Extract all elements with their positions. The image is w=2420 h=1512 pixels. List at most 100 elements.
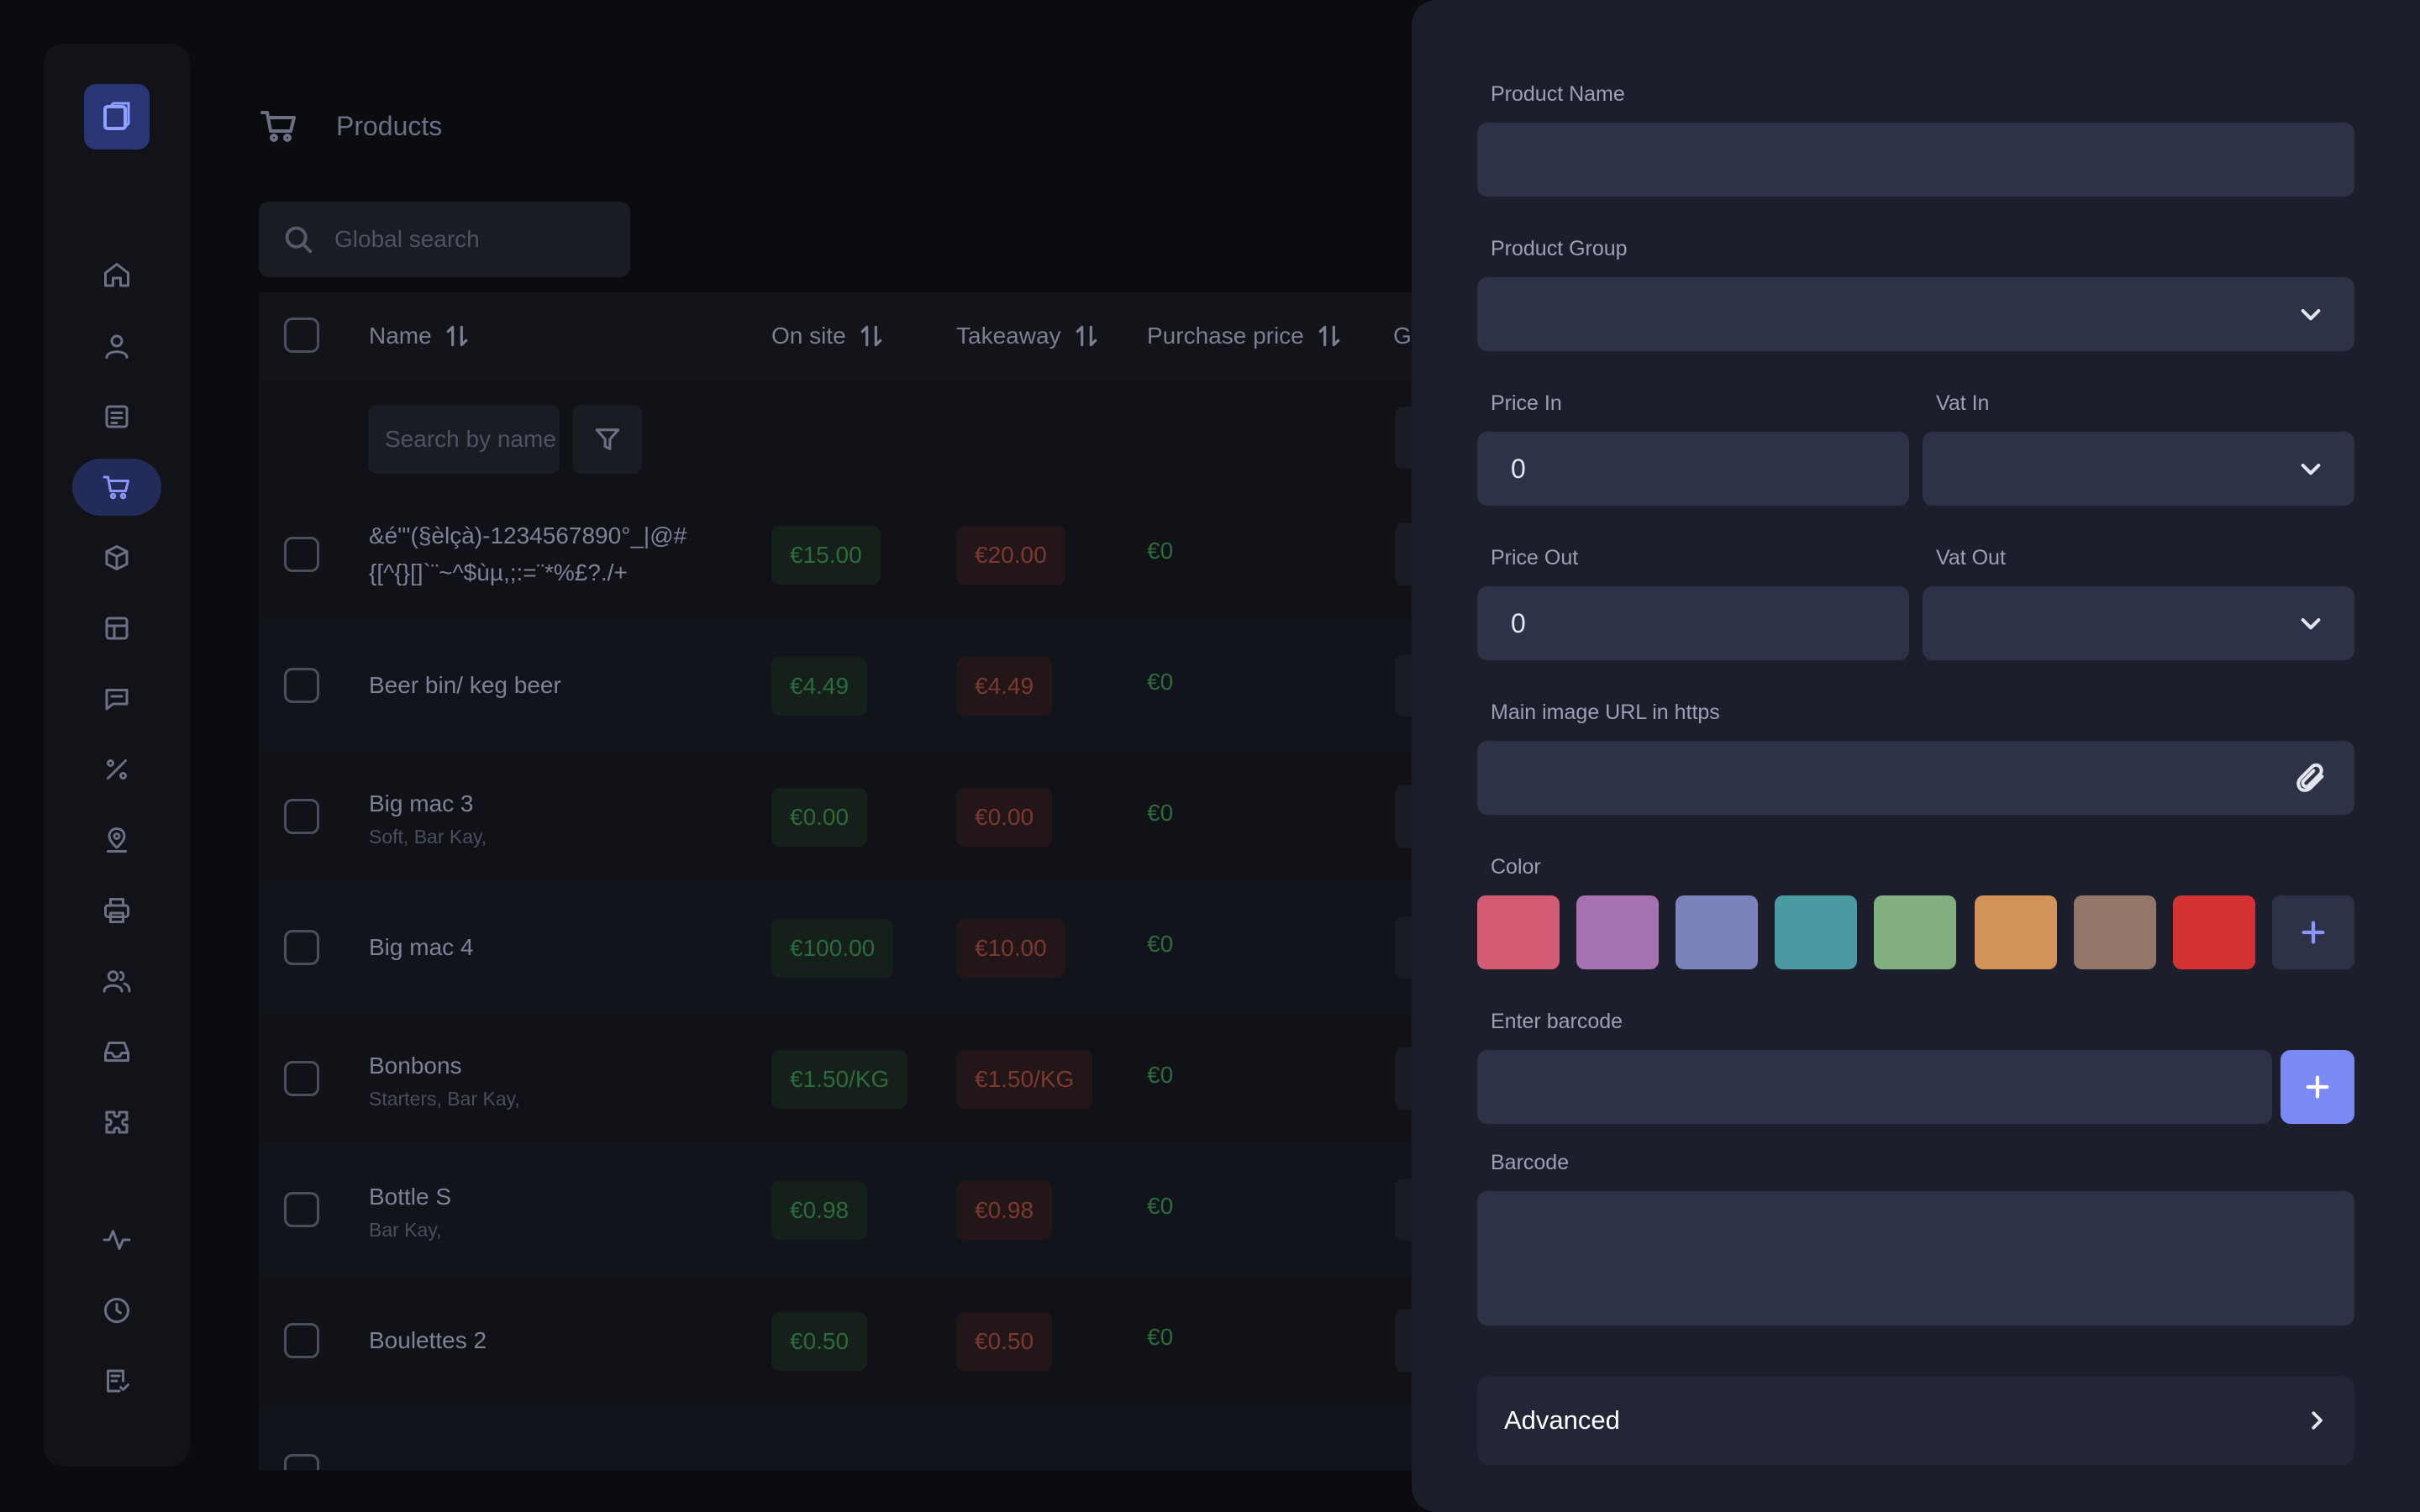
nav-reports[interactable] — [72, 1352, 161, 1410]
vat-in-select[interactable] — [1923, 432, 2354, 506]
select-all-checkbox[interactable] — [284, 318, 319, 353]
nav-user[interactable] — [72, 318, 161, 375]
app-logo[interactable] — [84, 84, 150, 150]
column-header-name[interactable]: Name — [369, 323, 471, 349]
barcode-input[interactable] — [1477, 1050, 2272, 1124]
column-group-label: G — [1393, 323, 1412, 349]
nav-stock[interactable] — [72, 529, 161, 586]
row-checkbox[interactable] — [284, 1192, 319, 1227]
group-filter-input[interactable] — [1395, 407, 1412, 469]
vat-out-select[interactable] — [1923, 586, 2354, 660]
cell-name: Big mac 4 — [369, 882, 730, 1013]
sort-icon[interactable] — [1073, 323, 1100, 349]
column-header-group[interactable]: G — [1393, 323, 1412, 349]
price-out-input[interactable]: 0 — [1477, 586, 1909, 660]
purchase-price: €0 — [1147, 669, 1174, 695]
chevron-down-icon — [2301, 309, 2321, 321]
table-row[interactable] — [259, 1406, 1412, 1470]
row-checkbox[interactable] — [284, 930, 319, 965]
column-header-takeaway[interactable]: Takeaway — [956, 323, 1100, 349]
box-icon — [105, 545, 129, 570]
on-site-price: €0.98 — [771, 1181, 868, 1240]
purchase-price: €0 — [1147, 1193, 1174, 1219]
add-color-button[interactable] — [2272, 895, 2354, 969]
table-row[interactable]: &é"'(§èlçà)-1234567890°_|@# {[^{}[]`¨~^$… — [259, 489, 1412, 620]
puzzle-icon — [105, 1110, 129, 1134]
color-swatch-lavender[interactable] — [1676, 895, 1758, 969]
color-swatch-brown[interactable] — [2074, 895, 2156, 969]
table-row[interactable]: Bottle S Bar Kay, €0.98 €0.98 €0 — [259, 1144, 1412, 1275]
product-name-input[interactable] — [1477, 123, 2354, 197]
paperclip-icon[interactable] — [2294, 761, 2328, 795]
cell-name: Bottle S Bar Kay, — [369, 1144, 730, 1275]
column-header-on-site[interactable]: On site — [771, 323, 885, 349]
row-checkbox[interactable] — [284, 1454, 319, 1470]
color-swatch-green[interactable] — [1874, 895, 1956, 969]
nav-documents[interactable] — [72, 388, 161, 445]
sidebar — [44, 44, 190, 1467]
row-checkbox[interactable] — [284, 537, 319, 572]
cell-name: Beer bin/ keg beer — [369, 620, 730, 751]
filter-button[interactable] — [573, 405, 642, 474]
sort-icon[interactable] — [858, 323, 885, 349]
column-header-purchase-price[interactable]: Purchase price — [1147, 323, 1343, 349]
takeaway-price: €4.49 — [956, 657, 1053, 716]
takeaway-price: €0.00 — [956, 788, 1053, 847]
table-row[interactable]: Big mac 3 Soft, Bar Kay, €0.00 €0.00 €0 — [259, 751, 1412, 882]
nav-tables[interactable] — [72, 600, 161, 657]
image-url-label: Main image URL in https — [1491, 701, 1720, 724]
table-row[interactable]: Boulettes 2 €0.50 €0.50 €0 — [259, 1275, 1412, 1406]
plus-icon — [2306, 1075, 2329, 1099]
table-row[interactable]: Beer bin/ keg beer €4.49 €4.49 €0 — [259, 620, 1412, 751]
nav-inbox[interactable] — [72, 1023, 161, 1080]
sort-icon[interactable] — [444, 323, 471, 349]
nav-integrations[interactable] — [72, 1094, 161, 1151]
global-search[interactable] — [259, 202, 630, 277]
row-checkbox[interactable] — [284, 799, 319, 834]
search-icon — [285, 226, 313, 254]
row-checkbox[interactable] — [284, 1323, 319, 1358]
nav-team[interactable] — [72, 953, 161, 1010]
color-swatch-pink[interactable] — [1477, 895, 1560, 969]
color-swatch-teal[interactable] — [1775, 895, 1857, 969]
on-site-price: €4.49 — [771, 657, 868, 716]
on-site-price: €0.50 — [771, 1312, 868, 1371]
nav-messages[interactable] — [72, 670, 161, 727]
product-group-select[interactable] — [1477, 277, 2354, 351]
nav-discounts[interactable] — [72, 741, 161, 798]
nav-history[interactable] — [72, 1282, 161, 1339]
price-in-input[interactable]: 0 — [1477, 432, 1909, 506]
group-cell — [1395, 1179, 1412, 1241]
product-name: Big mac 4 — [369, 934, 474, 960]
sort-icon[interactable] — [1316, 323, 1343, 349]
row-checkbox[interactable] — [284, 668, 319, 703]
nav-products[interactable] — [72, 459, 161, 516]
takeaway-price: €0.98 — [956, 1181, 1053, 1240]
global-search-input[interactable] — [334, 226, 603, 253]
image-url-input[interactable] — [1477, 741, 2354, 815]
purchase-price: €0 — [1147, 538, 1174, 564]
on-site-price: €15.00 — [771, 526, 881, 585]
table-row[interactable]: Bonbons Starters, Bar Kay, €1.50/KG €1.5… — [259, 1013, 1412, 1144]
takeaway-price: €0.50 — [956, 1312, 1053, 1371]
color-swatch-purple[interactable] — [1576, 895, 1659, 969]
add-barcode-button[interactable] — [2281, 1050, 2354, 1124]
advanced-section-toggle[interactable]: Advanced — [1477, 1376, 2354, 1465]
nav-printers[interactable] — [72, 882, 161, 939]
location-pin-icon — [107, 827, 127, 853]
color-swatch-orange[interactable] — [1975, 895, 2057, 969]
product-groups: Starters, Bar Kay, — [369, 1087, 520, 1110]
barcode-list[interactable] — [1477, 1191, 2354, 1326]
table-row[interactable]: Big mac 4 €100.00 €10.00 €0 — [259, 882, 1412, 1013]
page-header: Products — [259, 106, 442, 146]
name-filter-input[interactable] — [368, 405, 560, 474]
takeaway-price: €1.50/KG — [956, 1050, 1093, 1109]
product-name: Big mac 3 — [369, 790, 474, 816]
nav-home[interactable] — [72, 247, 161, 304]
nav-activity[interactable] — [72, 1211, 161, 1268]
price-out-label: Price Out — [1491, 546, 1579, 570]
row-checkbox[interactable] — [284, 1061, 319, 1096]
percent-icon — [107, 759, 127, 780]
color-swatch-red[interactable] — [2173, 895, 2255, 969]
nav-locations[interactable] — [72, 811, 161, 869]
